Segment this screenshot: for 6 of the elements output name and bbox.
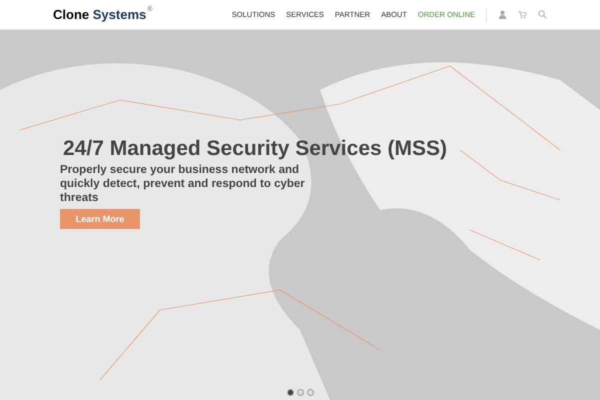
hero-title: 24/7 Managed Security Services (MSS)	[62, 138, 448, 159]
search-icon[interactable]	[538, 10, 547, 19]
hero-subtitle: Properly secure your business network and quickly detect, prevent and respond to cyber threats	[60, 163, 306, 205]
user-icon[interactable]	[498, 10, 507, 19]
cart-icon[interactable]	[518, 10, 527, 19]
logo-text[interactable]: Clone Systems	[53, 4, 146, 24]
